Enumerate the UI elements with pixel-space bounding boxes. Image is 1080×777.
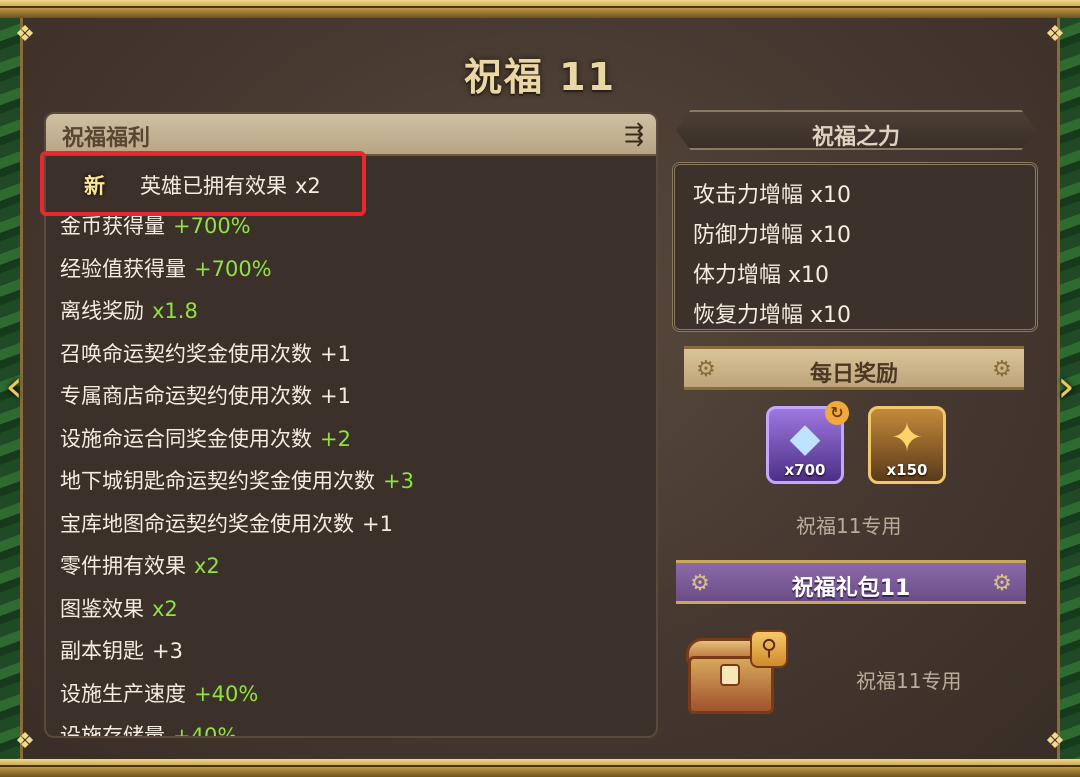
benefit-value: +1 xyxy=(320,341,351,366)
new-benefit-row: 新 英雄已拥有效果 x2 xyxy=(46,156,656,204)
bottom-frame-bar xyxy=(0,759,1080,777)
prev-arrow-icon[interactable]: ‹ xyxy=(0,352,28,422)
benefit-label: 零件拥有效果 xyxy=(60,554,186,578)
power-item: 恢复力增幅 x10 xyxy=(693,303,852,328)
benefit-value: +3 xyxy=(152,639,183,663)
benefit-row: 设施生产速度 +40% xyxy=(60,674,258,714)
new-benefit-text: 英雄已拥有效果 x2 xyxy=(140,170,321,200)
benefit-row: 图鉴效果 x2 xyxy=(60,589,178,629)
reward-count: x150 xyxy=(886,461,928,479)
benefit-row: 宝库地图命运契约奖金使用次数 +1 xyxy=(60,504,393,544)
page-title: 祝福 11 xyxy=(463,55,617,99)
power-item: 体力增幅 x10 xyxy=(693,263,830,288)
daily-exclusive-text: 祝福11专用 xyxy=(796,514,902,538)
benefit-value: +40% xyxy=(173,724,238,738)
reward-count: x700 xyxy=(784,461,826,479)
benefit-value: +3 xyxy=(383,469,414,493)
reward-star[interactable]: ✦ x150 xyxy=(868,406,946,484)
benefit-label: 副本钥匙 xyxy=(60,639,144,663)
top-frame-bar xyxy=(0,0,1080,18)
blessing-benefits-panel[interactable]: 祝福福利 ⇶ 新 英雄已拥有效果 x2 金币获得量 +700% 经验值获得量 +700%… xyxy=(44,112,658,738)
treasure-chest[interactable]: ⚲ xyxy=(680,630,790,720)
benefits-header-label: 祝福福利 xyxy=(62,126,151,151)
magnifier-icon[interactable]: ⚲ xyxy=(750,630,788,668)
new-benefit-label: 英雄已拥有效果 xyxy=(140,174,287,198)
benefit-label: 宝库地图命运契约奖金使用次数 xyxy=(60,511,354,536)
benefit-row: 金币获得量 +700% xyxy=(60,206,251,246)
chest-lock xyxy=(720,664,740,686)
benefit-value: +1 xyxy=(320,384,351,408)
power-box: 攻击力增幅 x10 防御力增幅 x10 体力增幅 x10 恢复力增幅 x10 xyxy=(672,162,1038,332)
benefit-row: 地下城钥匙命运契约奖金使用次数 +3 xyxy=(60,461,414,501)
benefit-row: 设施命运合同奖金使用次数 +2 xyxy=(60,419,351,459)
benefit-label: 专属商店命运契约使用次数 xyxy=(60,384,312,408)
benefit-label: 经验值获得量 xyxy=(60,256,186,281)
benefit-row: 专属商店命运契约使用次数 +1 xyxy=(60,376,351,416)
benefit-value: x2 xyxy=(152,596,178,621)
corner-ornament-icon: ❖ xyxy=(1045,729,1065,754)
next-arrow-icon[interactable]: › xyxy=(1052,352,1080,422)
benefit-label: 地下城钥匙命运契约奖金使用次数 xyxy=(60,469,375,493)
benefit-row: 离线奖励 x1.8 xyxy=(60,291,198,331)
new-benefit-value: x2 xyxy=(295,174,321,198)
benefit-label: 设施命运合同奖金使用次数 xyxy=(60,426,312,451)
daily-reward-banner: ⚙ 每日奖励 ⚙ xyxy=(684,346,1024,390)
benefit-label: 召唤命运契约奖金使用次数 xyxy=(60,341,312,366)
benefit-row: 副本钥匙 +3 xyxy=(60,631,183,671)
reward-gem[interactable]: ◆ x700 ↻ xyxy=(766,401,849,484)
star-icon: ✦ xyxy=(890,415,924,461)
benefit-value: x2 xyxy=(194,554,220,578)
benefit-label: 设施存储量 xyxy=(60,724,165,738)
new-badge: 新 xyxy=(84,174,105,198)
benefit-value: +1 xyxy=(362,511,393,536)
package-title: 祝福礼包11 xyxy=(791,576,911,601)
benefit-value: +700% xyxy=(194,256,272,281)
benefit-row: 零件拥有效果 x2 xyxy=(60,546,220,586)
corner-ornament-icon: ❖ xyxy=(15,729,35,754)
corner-ornament-icon: ❖ xyxy=(1045,22,1065,47)
benefit-label: 离线奖励 xyxy=(60,299,144,323)
power-title: 祝福之力 xyxy=(811,125,900,150)
gear-icon: ⚙ xyxy=(992,571,1012,596)
benefit-label: 设施生产速度 xyxy=(60,681,186,706)
corner-ornament-icon: ❖ xyxy=(15,22,35,47)
benefit-value: x1.8 xyxy=(152,299,198,323)
benefit-label: 金币获得量 xyxy=(60,214,165,238)
daily-reward-title: 每日奖励 xyxy=(809,362,898,387)
benefit-value: +2 xyxy=(320,426,351,451)
gear-icon: ⚙ xyxy=(992,357,1012,382)
benefit-row: 设施存储量 +40% xyxy=(60,716,238,738)
expand-icon[interactable]: ⇶ xyxy=(620,120,648,148)
package-exclusive-text: 祝福11专用 xyxy=(856,669,962,693)
benefits-header: 祝福福利 ⇶ xyxy=(46,114,656,156)
benefit-row: 经验值获得量 +700% xyxy=(60,249,272,289)
refresh-icon: ↻ xyxy=(825,401,849,425)
benefit-row: 召唤命运契约奖金使用次数 +1 xyxy=(60,334,351,374)
package-banner: ⚙ 祝福礼包11 ⚙ xyxy=(676,560,1026,604)
power-item: 防御力增幅 x10 xyxy=(693,223,852,248)
benefit-value: +40% xyxy=(194,681,259,706)
power-banner: 祝福之力 xyxy=(676,110,1036,150)
benefit-value: +700% xyxy=(173,214,251,238)
power-item: 攻击力增幅 x10 xyxy=(693,183,852,208)
benefit-label: 图鉴效果 xyxy=(60,596,144,621)
